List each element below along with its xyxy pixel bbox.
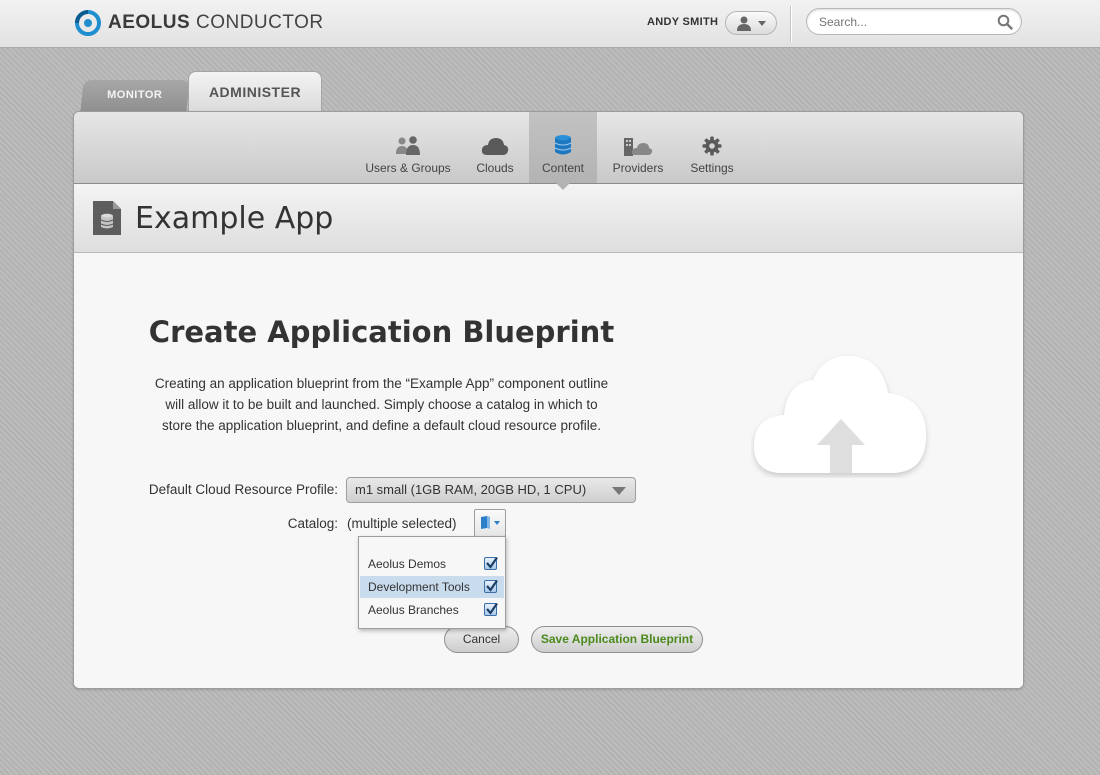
- nav-clouds[interactable]: Clouds: [470, 132, 520, 175]
- chevron-down-icon: [758, 20, 766, 26]
- nav-users-groups[interactable]: Users & Groups: [359, 132, 457, 175]
- document-icon: [93, 201, 121, 235]
- save-blueprint-button[interactable]: Save Application Blueprint: [531, 626, 703, 653]
- providers-icon: [624, 138, 653, 156]
- search-icon[interactable]: [997, 14, 1013, 30]
- nav-users-groups-label: Users & Groups: [365, 161, 451, 175]
- book-icon: [481, 516, 490, 529]
- catalog-label: Catalog:: [287, 516, 338, 531]
- chevron-down-icon: [494, 521, 500, 525]
- tab-administer-label: ADMINISTER: [208, 84, 302, 100]
- aeolus-logo-icon: [75, 10, 101, 36]
- users-icon: [396, 136, 420, 155]
- profile-select[interactable]: m1 small (1GB RAM, 20GB HD, 1 CPU): [346, 477, 636, 503]
- tab-monitor[interactable]: MONITOR: [80, 80, 190, 112]
- catalog-option-label: Development Tools: [368, 580, 470, 594]
- catalog-dropdown-menu: Aeolus Demos Development Tools Aeolus Br…: [358, 536, 506, 629]
- profile-select-value: m1 small (1GB RAM, 20GB HD, 1 CPU): [355, 482, 587, 497]
- sub-navigation: Users & Groups Clouds Content Providers …: [74, 112, 1023, 184]
- checkmark-icon: [486, 556, 498, 569]
- checkmark-icon: [486, 602, 498, 615]
- checkmark-icon: [486, 579, 498, 592]
- nav-content-label: Content: [541, 161, 585, 175]
- page-title: Example App: [135, 201, 334, 236]
- app-logo[interactable]: AEOLUS CONDUCTOR: [74, 9, 324, 37]
- catalog-checkbox[interactable]: [484, 602, 498, 616]
- tab-monitor-label: MONITOR: [107, 89, 163, 101]
- user-name: ANDY SMITH: [647, 16, 719, 28]
- search-input[interactable]: [819, 13, 989, 31]
- catalog-value: (multiple selected): [347, 516, 457, 531]
- user-icon: [737, 16, 751, 31]
- catalog-checkbox[interactable]: [484, 579, 498, 593]
- nav-settings[interactable]: Settings: [684, 132, 740, 175]
- nav-settings-label: Settings: [690, 161, 734, 175]
- header-divider: [790, 6, 791, 42]
- form-title: Create Application Blueprint: [148, 315, 615, 349]
- main-panel: Users & Groups Clouds Content Providers …: [73, 111, 1024, 689]
- catalog-checkbox[interactable]: [484, 556, 498, 570]
- top-header: AEOLUS CONDUCTOR ANDY SMITH: [0, 0, 1100, 48]
- catalog-option-aeolus-branches[interactable]: Aeolus Branches: [360, 599, 504, 621]
- cancel-button[interactable]: Cancel: [444, 626, 519, 653]
- database-icon: [554, 135, 572, 155]
- profile-label: Default Cloud Resource Profile:: [148, 482, 338, 497]
- select-arrow-icon: [612, 487, 626, 495]
- gear-icon: [702, 136, 722, 156]
- catalog-option-development-tools[interactable]: Development Tools: [360, 576, 504, 598]
- blueprint-form: Create Application Blueprint Creating an…: [74, 253, 1023, 688]
- catalog-dropdown-button[interactable]: [474, 509, 506, 537]
- catalog-option-label: Aeolus Demos: [368, 557, 447, 571]
- form-description: Creating an application blueprint from t…: [154, 376, 609, 433]
- search-box: [806, 8, 1022, 35]
- cloud-upload-icon: [754, 356, 926, 473]
- nav-content[interactable]: Content: [529, 112, 597, 183]
- active-nav-indicator: [556, 183, 570, 190]
- catalog-option-aeolus-demos[interactable]: Aeolus Demos: [360, 553, 504, 575]
- catalog-option-label: Aeolus Branches: [368, 603, 459, 617]
- brand-name: AEOLUS CONDUCTOR: [108, 12, 324, 33]
- tab-administer[interactable]: ADMINISTER: [188, 71, 322, 113]
- nav-providers[interactable]: Providers: [604, 132, 672, 175]
- cloud-icon: [481, 138, 509, 155]
- page-title-bar: Example App: [74, 184, 1023, 253]
- user-menu-button[interactable]: [725, 11, 777, 35]
- nav-providers-label: Providers: [612, 161, 664, 175]
- nav-clouds-label: Clouds: [476, 161, 514, 175]
